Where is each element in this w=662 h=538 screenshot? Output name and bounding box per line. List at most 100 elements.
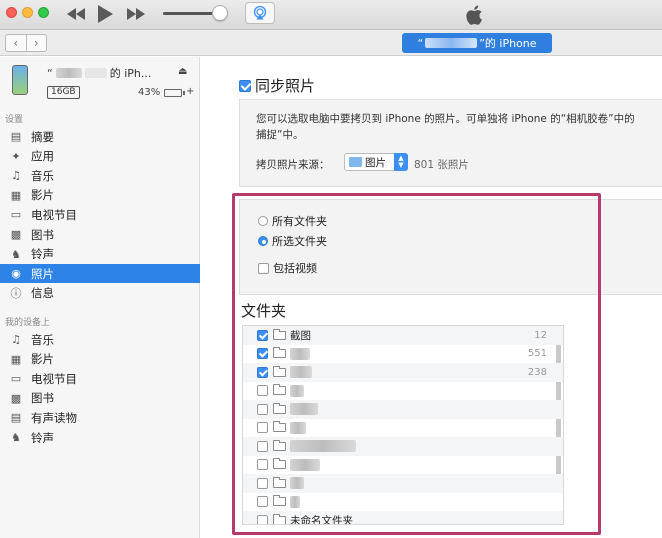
folder-row[interactable] — [243, 400, 563, 419]
sidebar-item[interactable]: ▤ 有声读物 — [0, 408, 200, 427]
folders-heading: 文件夹 — [241, 302, 287, 320]
tv-icon: ▭ — [10, 208, 22, 222]
redacted-text — [84, 68, 107, 78]
minimize-window-button[interactable] — [22, 7, 33, 18]
all-folders-label: 所有文件夹 — [272, 215, 327, 228]
rewind-icon[interactable] — [64, 3, 88, 25]
folder-row[interactable]: 551 — [243, 345, 563, 364]
sidebar-item[interactable]: ♞ 铃声 — [0, 245, 200, 264]
folder-checkbox[interactable] — [257, 366, 268, 378]
sidebar-item[interactable]: ▦ 影片 — [0, 350, 200, 369]
folder-checkbox[interactable] — [257, 514, 268, 524]
folder-name: 截图 — [290, 329, 311, 342]
books-icon: ▩ — [10, 391, 22, 405]
redacted-text — [55, 68, 82, 78]
volume-slider-knob[interactable] — [212, 5, 228, 21]
all-folders-radio[interactable] — [258, 216, 268, 226]
charging-icon: + — [186, 86, 195, 97]
camera-icon: ◉ — [11, 267, 21, 281]
sync-photos-row[interactable]: 同步照片 — [239, 75, 315, 96]
device-header[interactable]: “ 的 iPh... ⏏ 16GB 43% + — [0, 57, 200, 105]
device-name-prefix: “ — [417, 36, 424, 50]
redacted-folder-name — [290, 477, 304, 490]
folder-icon — [273, 421, 286, 433]
redacted-device-name — [425, 38, 478, 48]
folder-checkbox[interactable] — [257, 477, 268, 489]
fast-forward-icon[interactable] — [124, 3, 148, 25]
folder-row[interactable] — [243, 382, 563, 401]
sidebar-item[interactable]: ▦ 影片 — [0, 186, 200, 205]
play-icon[interactable] — [94, 3, 116, 25]
back-button[interactable]: ‹ — [6, 35, 26, 51]
folder-icon — [273, 384, 286, 396]
tv-icon: ▭ — [10, 372, 22, 386]
music-icon: ♫ — [11, 333, 21, 346]
sidebar-item[interactable]: ⓘ 信息 — [0, 284, 200, 303]
info-icon: ⓘ — [10, 286, 22, 300]
folder-row[interactable] — [243, 456, 563, 475]
folder-checkbox[interactable] — [257, 459, 268, 471]
folder-row[interactable]: 238 — [243, 363, 563, 382]
sync-photos-label: 同步照片 — [255, 77, 316, 95]
sidebar-item[interactable]: ▩ 图书 — [0, 389, 200, 408]
all-folders-option[interactable]: 所有文件夹 — [258, 213, 327, 229]
sidebar-item[interactable]: ♫ 音乐 — [0, 166, 200, 185]
folder-row[interactable]: 截图 12 — [243, 326, 563, 345]
sidebar-item[interactable]: ♞ 铃声 — [0, 428, 200, 447]
sidebar-item[interactable]: ◉ 照片 — [0, 264, 200, 284]
folder-checkbox[interactable] — [257, 348, 268, 360]
folder-checkbox[interactable] — [257, 440, 268, 452]
sidebar-item-label: 电视节目 — [31, 371, 77, 386]
chevron-updown-icon: ▲ ▼ — [394, 153, 408, 171]
sidebar-item-label: 图书 — [31, 227, 54, 242]
photo-count: 801 张照片 — [414, 159, 469, 171]
sidebar-item[interactable]: ▤ 摘要 — [0, 127, 200, 146]
folder-checkbox[interactable] — [257, 422, 268, 434]
folder-checkbox[interactable] — [257, 496, 268, 508]
zoom-window-button[interactable] — [38, 7, 49, 18]
airplay-button[interactable] — [245, 2, 275, 24]
folder-name: 未命名文件夹 — [290, 514, 353, 525]
sidebar-item-label: 影片 — [31, 188, 54, 203]
sidebar-item-label: 照片 — [31, 266, 54, 281]
source-select[interactable]: 图片 ▲ ▼ — [344, 153, 408, 171]
include-video-option[interactable]: 包括视频 — [258, 260, 317, 276]
folder-row[interactable]: 未命名文件夹 — [243, 511, 563, 525]
eject-icon[interactable]: ⏏ — [178, 66, 187, 77]
apps-icon: ✦ — [11, 149, 21, 163]
redacted-folder-name — [290, 403, 318, 416]
sync-info-text: 您可以选取电脑中要拷贝到 iPhone 的照片。可单独将 iPhone 的“相机… — [256, 113, 635, 125]
folder-list[interactable]: 截图 12 551 238 未命名文件夹 — [242, 325, 564, 525]
folder-row[interactable] — [243, 474, 563, 493]
sidebar-item-label: 信息 — [31, 286, 54, 301]
redacted-folder-name — [290, 384, 304, 397]
forward-button[interactable]: › — [25, 35, 47, 51]
folder-checkbox[interactable] — [257, 403, 268, 415]
source-label: 拷贝照片来源： — [256, 159, 330, 171]
include-video-checkbox[interactable] — [258, 262, 269, 274]
folder-checkbox[interactable] — [257, 329, 268, 341]
folder-row[interactable] — [243, 437, 563, 456]
sidebar-item[interactable]: ♫ 音乐 — [0, 330, 200, 349]
redacted-folder-name — [290, 440, 356, 453]
folder-checkbox[interactable] — [257, 385, 268, 397]
sidebar-item[interactable]: ▭ 电视节目 — [0, 205, 200, 224]
sync-photos-checkbox[interactable] — [239, 79, 251, 92]
device-button[interactable]: “ ”的 iPhone — [402, 33, 552, 53]
folder-row[interactable] — [243, 493, 563, 512]
device-name-prefix: “ — [47, 66, 53, 80]
sidebar-item[interactable]: ▩ 图书 — [0, 225, 200, 244]
folder-row[interactable] — [243, 419, 563, 438]
sidebar-item[interactable]: ✦ 应用 — [0, 147, 200, 166]
redacted-folder-name — [290, 495, 300, 508]
close-window-button[interactable] — [6, 7, 17, 18]
folder-icon — [273, 439, 286, 451]
selected-folders-radio[interactable] — [258, 236, 268, 246]
sidebar-item-label: 影片 — [31, 352, 54, 367]
folder-icon — [273, 402, 286, 414]
apple-logo-icon — [464, 3, 486, 27]
selected-folders-option[interactable]: 所选文件夹 — [258, 233, 327, 249]
source-value: 图片 — [365, 156, 386, 169]
folder-icon — [273, 495, 286, 507]
sidebar-item[interactable]: ▭ 电视节目 — [0, 369, 200, 388]
